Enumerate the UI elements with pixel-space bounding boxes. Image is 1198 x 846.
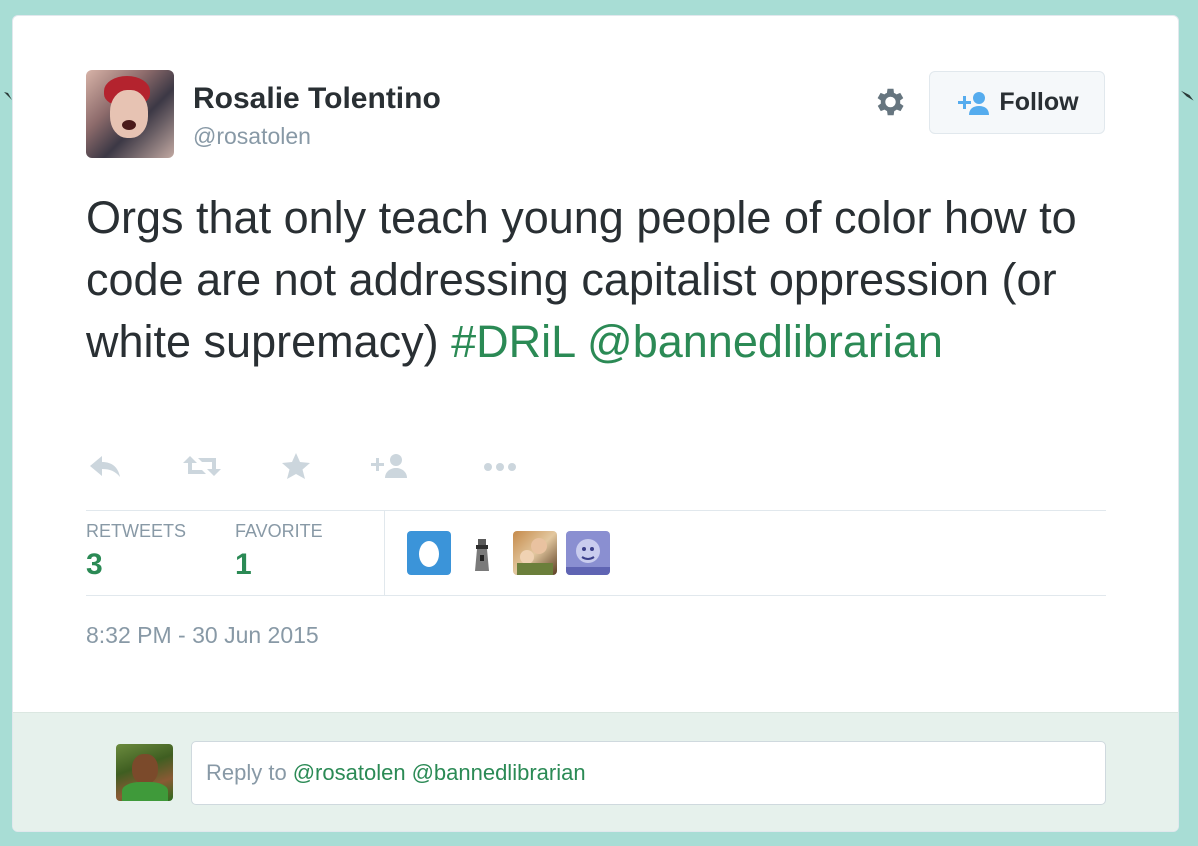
favorites-label: FAVORITE xyxy=(235,521,323,541)
follow-label: Follow xyxy=(999,88,1079,116)
author-name[interactable]: Rosalie Tolentino xyxy=(193,82,441,116)
retweets-count: 3 xyxy=(86,548,103,581)
follow-user-icon xyxy=(958,91,990,115)
retweets-label: RETWEETS xyxy=(86,521,187,541)
stats-separator xyxy=(384,510,385,596)
reply-mention: @rosatolen xyxy=(292,760,406,785)
reply-input[interactable]: Reply to @rosatolen @bannedlibrarian xyxy=(191,741,1106,805)
tweet-card: Rosalie Tolentino @rosatolen Follow Orgs… xyxy=(12,15,1179,832)
tweet-timestamp[interactable]: 8:32 PM - 30 Jun 2015 xyxy=(86,622,319,649)
favoriter-avatar[interactable] xyxy=(460,531,504,575)
favorites-count: 1 xyxy=(235,548,252,581)
tweet-text: Orgs that only teach young people of col… xyxy=(86,187,1106,373)
current-user-avatar xyxy=(116,744,173,801)
reply-mention: @bannedlibrarian xyxy=(411,760,586,785)
favorites-stat[interactable]: FAVORITE 1 xyxy=(235,521,323,582)
hashtag-link[interactable]: #DRiL xyxy=(451,316,574,367)
more-dots-icon[interactable] xyxy=(482,452,518,480)
reply-prefix: Reply to xyxy=(206,760,287,785)
divider xyxy=(86,510,1106,511)
favorite-star-icon[interactable] xyxy=(281,452,311,480)
favoriter-avatar[interactable] xyxy=(513,531,557,575)
follow-button[interactable]: Follow xyxy=(929,71,1105,134)
reply-area: Reply to @rosatolen @bannedlibrarian xyxy=(13,712,1178,831)
divider xyxy=(86,595,1106,596)
gear-icon[interactable] xyxy=(871,84,907,120)
author-handle[interactable]: @rosatolen xyxy=(193,123,311,150)
follow-user-icon[interactable] xyxy=(370,452,408,480)
retweets-stat[interactable]: RETWEETS 3 xyxy=(86,521,186,582)
retweet-icon[interactable] xyxy=(182,452,222,480)
reply-icon[interactable] xyxy=(88,452,122,480)
author-avatar[interactable] xyxy=(86,70,174,158)
favoriter-avatar[interactable] xyxy=(566,531,610,575)
mention-link[interactable]: @bannedlibrarian xyxy=(587,316,943,367)
edge-bird-icon xyxy=(1181,90,1194,101)
favoriter-avatar[interactable] xyxy=(407,531,451,575)
